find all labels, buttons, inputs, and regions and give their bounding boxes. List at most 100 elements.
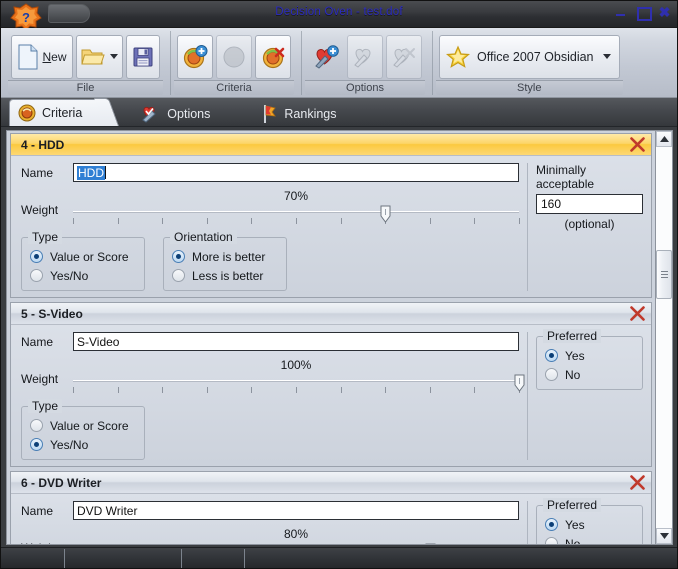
- close-icon[interactable]: [627, 474, 647, 492]
- radio-value-or-score[interactable]: Value or Score: [30, 416, 132, 435]
- delete-criterion-button[interactable]: [255, 34, 291, 79]
- radio-less-is-better-label: Less is better: [192, 268, 264, 283]
- close-icon[interactable]: [627, 305, 647, 323]
- radio-preferred-no[interactable]: No: [545, 534, 630, 545]
- tab-rankings[interactable]: Rankings: [254, 101, 352, 126]
- status-separator: [244, 549, 245, 568]
- open-folder-icon: [81, 49, 105, 65]
- add-criterion-button[interactable]: [177, 34, 213, 79]
- open-dropdown-caret[interactable]: [110, 54, 118, 59]
- tab-options-label: Options: [167, 106, 211, 121]
- scrollbar-track[interactable]: [656, 147, 672, 528]
- radio-icon[interactable]: [30, 250, 43, 263]
- criterion-panel: 4 - HDD Name HDD Weight 70% Type Value o…: [10, 133, 652, 298]
- weight-slider-ticks: [73, 387, 520, 394]
- radio-icon[interactable]: [545, 537, 558, 544]
- criterion-name-input[interactable]: S-Video: [73, 332, 519, 351]
- radio-yes-no[interactable]: Yes/No: [30, 435, 132, 454]
- name-row: Name S-Video: [21, 332, 519, 351]
- status-bar: [1, 547, 677, 568]
- radio-icon[interactable]: [30, 438, 43, 451]
- criteria-medal-icon: [18, 104, 36, 122]
- style-selector[interactable]: Office 2007 Obsidian: [439, 34, 620, 79]
- scrollbar-thumb[interactable]: [656, 249, 672, 300]
- maximize-button[interactable]: [636, 6, 652, 21]
- weight-label: Weight: [21, 203, 59, 217]
- criterion-name-input[interactable]: DVD Writer: [73, 501, 519, 520]
- weight-row: Weight 100%: [21, 358, 525, 400]
- name-label: Name: [21, 165, 54, 180]
- ribbon-group-options-label: Options: [305, 80, 425, 95]
- radio-icon[interactable]: [545, 349, 558, 362]
- rankings-flag-icon: [264, 104, 277, 123]
- weight-slider-ticks: [73, 218, 520, 225]
- minimally-acceptable-value: 160: [541, 197, 562, 211]
- name-label: Name: [21, 503, 54, 518]
- style-dropdown-caret[interactable]: [602, 54, 611, 59]
- scrollbar-grip-icon: [660, 269, 668, 280]
- weight-slider-thumb[interactable]: [380, 205, 391, 223]
- star-icon: [446, 44, 470, 68]
- radio-icon[interactable]: [545, 368, 558, 381]
- weight-value-label: 100%: [280, 358, 312, 372]
- radio-preferred-yes[interactable]: Yes: [545, 515, 630, 534]
- ribbon-group-criteria: Criteria: [170, 31, 297, 95]
- name-row: Name DVD Writer: [21, 501, 519, 520]
- radio-value-or-score[interactable]: Value or Score: [30, 247, 132, 266]
- type-group-label: Type: [28, 230, 63, 244]
- radio-more-is-better[interactable]: More is better: [172, 247, 274, 266]
- minimally-acceptable-input[interactable]: 160: [536, 194, 643, 214]
- radio-yes-no-label: Yes/No: [50, 268, 89, 283]
- preferred-group: Preferred Yes No: [536, 498, 643, 545]
- weight-slider[interactable]: [73, 205, 520, 231]
- minimize-button[interactable]: [614, 6, 627, 19]
- ribbon-group-file-label: File: [8, 80, 163, 95]
- weight-row: Weight 70%: [21, 189, 520, 231]
- orientation-group-label: Orientation: [170, 230, 237, 244]
- ribbon-group-options: Options: [301, 31, 428, 95]
- radio-icon[interactable]: [545, 518, 558, 531]
- close-icon[interactable]: [627, 136, 647, 154]
- tab-criteria[interactable]: Criteria: [9, 99, 106, 126]
- criterion-panel-header: 6 - DVD Writer: [11, 472, 651, 494]
- delete-criterion-icon: [262, 47, 285, 68]
- radio-icon[interactable]: [30, 269, 43, 282]
- scroll-up-arrow[interactable]: [656, 131, 672, 147]
- weight-slider[interactable]: [73, 374, 525, 400]
- ribbon: New File Criteria Options Office 2007 Ob…: [1, 28, 677, 98]
- criterion-name-input[interactable]: HDD: [73, 163, 519, 182]
- preferred-group-label: Preferred: [543, 329, 602, 343]
- ribbon-group-style: Office 2007 Obsidian Style: [432, 31, 626, 95]
- criterion-groups: Type Value or Score Yes/No: [21, 399, 519, 460]
- scroll-down-arrow[interactable]: [656, 528, 672, 544]
- vertical-scrollbar[interactable]: [656, 130, 673, 545]
- radio-preferred-no-label: No: [565, 536, 581, 545]
- radio-less-is-better[interactable]: Less is better: [172, 266, 274, 285]
- criterion-panel-title: 4 - HDD: [21, 137, 65, 152]
- criterion-panel-header: 5 - S-Video: [11, 303, 651, 325]
- delete-option-icon: [393, 47, 415, 68]
- tab-options[interactable]: Options: [133, 101, 226, 126]
- edit-option-button: [347, 34, 383, 79]
- new-button[interactable]: New: [11, 34, 73, 79]
- radio-icon[interactable]: [172, 269, 185, 282]
- add-option-button[interactable]: [308, 35, 344, 79]
- open-button[interactable]: [76, 34, 123, 79]
- radio-yes-no[interactable]: Yes/No: [30, 266, 132, 285]
- weight-slider-thumb[interactable]: [425, 543, 436, 544]
- radio-icon[interactable]: [172, 250, 185, 263]
- radio-preferred-yes-label: Yes: [565, 348, 585, 363]
- save-button[interactable]: [126, 34, 160, 79]
- radio-preferred-yes[interactable]: Yes: [545, 346, 630, 365]
- options-pen-icon: [142, 106, 157, 123]
- name-row: Name HDD: [21, 163, 519, 182]
- criteria-list: 4 - HDD Name HDD Weight 70% Type Value o…: [7, 131, 655, 545]
- edit-criterion-button: [216, 34, 252, 79]
- delete-option-button: [386, 34, 422, 79]
- weight-slider[interactable]: [73, 543, 519, 544]
- radio-preferred-no[interactable]: No: [545, 365, 630, 384]
- tab-criteria-label: Criteria: [42, 106, 83, 120]
- weight-slider-thumb[interactable]: [514, 374, 525, 392]
- close-button[interactable]: ✖: [658, 5, 671, 19]
- radio-icon[interactable]: [30, 419, 43, 432]
